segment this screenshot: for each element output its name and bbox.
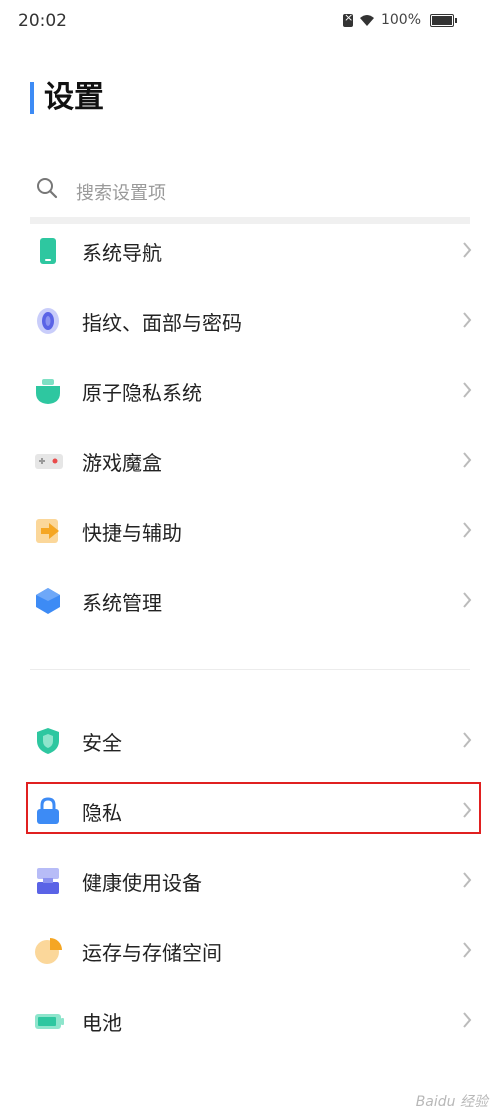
page-title: 设置 <box>30 82 104 114</box>
chevron-right-icon <box>462 1011 472 1033</box>
menu-item-memory-storage[interactable]: 运存与存储空间 <box>0 915 500 985</box>
menu-item-healthy-device-use[interactable]: 健康使用设备 <box>0 845 500 915</box>
menu-item-battery[interactable]: 电池 <box>0 985 500 1055</box>
hourglass-icon <box>34 867 62 895</box>
chevron-right-icon <box>462 591 472 613</box>
settings-group-1: 系统导航 指纹、面部与密码 原子隐私系统 游戏魔盒 快捷与辅助 系统管理 <box>0 215 500 635</box>
menu-item-system-management[interactable]: 系统管理 <box>0 565 500 635</box>
shield-icon <box>34 727 62 755</box>
menu-item-system-navigation[interactable]: 系统导航 <box>0 215 500 285</box>
menu-label: 健康使用设备 <box>82 871 202 895</box>
gamepad-icon <box>34 447 63 475</box>
menu-label: 系统导航 <box>82 241 162 265</box>
menu-item-game-box[interactable]: 游戏魔盒 <box>0 425 500 495</box>
no-sim-icon <box>342 11 353 27</box>
menu-item-atom-privacy[interactable]: 原子隐私系统 <box>0 355 500 425</box>
chevron-right-icon <box>462 311 472 333</box>
wifi-icon <box>359 14 375 27</box>
battery-icon <box>34 1007 64 1035</box>
status-bar: 20:02 100% <box>0 0 500 44</box>
battery-status-icon <box>430 13 457 27</box>
hexagon-icon <box>34 587 62 615</box>
menu-label: 快捷与辅助 <box>82 521 182 545</box>
chevron-right-icon <box>462 241 472 263</box>
menu-label: 安全 <box>82 731 122 755</box>
menu-label: 系统管理 <box>82 591 162 615</box>
phone-icon <box>34 237 62 265</box>
atom-privacy-icon <box>34 377 62 405</box>
menu-label: 游戏魔盒 <box>82 451 162 475</box>
menu-label: 运存与存储空间 <box>82 941 222 965</box>
status-time: 20:02 <box>18 11 67 31</box>
menu-label: 电池 <box>82 1011 122 1035</box>
menu-item-fingerprint[interactable]: 指纹、面部与密码 <box>0 285 500 355</box>
status-icons: 100% <box>342 11 457 28</box>
search-icon <box>36 177 58 203</box>
section-divider <box>30 669 470 670</box>
chevron-right-icon <box>462 451 472 473</box>
fingerprint-icon <box>34 307 62 335</box>
settings-group-2: 安全 隐私 健康使用设备 运存与存储空间 电池 <box>0 705 500 1055</box>
chevron-right-icon <box>462 521 472 543</box>
menu-item-security[interactable]: 安全 <box>0 705 500 775</box>
chevron-right-icon <box>462 871 472 893</box>
battery-percent: 100% <box>380 12 421 28</box>
chevron-right-icon <box>462 941 472 963</box>
shortcut-arrow-icon <box>34 517 62 545</box>
menu-label: 指纹、面部与密码 <box>82 311 242 335</box>
storage-pie-icon <box>34 937 62 965</box>
watermark-text: Baidu 经验 <box>415 1094 488 1110</box>
search-placeholder: 搜索设置项 <box>76 183 166 204</box>
chevron-right-icon <box>462 731 472 753</box>
menu-label: 原子隐私系统 <box>82 381 202 405</box>
privacy-highlight-box <box>26 782 481 834</box>
menu-item-shortcuts[interactable]: 快捷与辅助 <box>0 495 500 565</box>
chevron-right-icon <box>462 381 472 403</box>
